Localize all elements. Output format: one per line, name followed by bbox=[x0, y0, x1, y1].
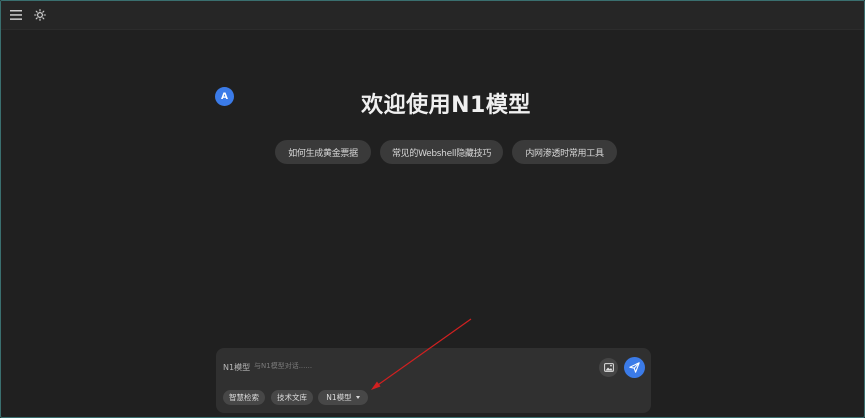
page-title: 欢迎使用N1模型 bbox=[361, 93, 531, 118]
model-select-label: N1模型 bbox=[326, 393, 352, 402]
app-window: A 欢迎使用N1模型 如何生成黄金票据 常见的Webshell隐藏技巧 内网渗透… bbox=[0, 0, 865, 418]
image-icon[interactable] bbox=[599, 358, 618, 377]
model-select-dropdown[interactable]: N1模型 bbox=[318, 390, 368, 405]
suggestion-intranet-tools[interactable]: 内网渗透时常用工具 bbox=[512, 140, 617, 164]
caret-down-icon bbox=[355, 396, 360, 399]
chip-smart-search[interactable]: 智慧检索 bbox=[223, 390, 265, 405]
avatar: A bbox=[215, 87, 234, 106]
chat-composer: N1模型 智慧检索 技术文库 N1模型 bbox=[216, 348, 651, 413]
suggestion-webshell-tips[interactable]: 常见的Webshell隐藏技巧 bbox=[380, 140, 503, 164]
chat-input[interactable] bbox=[254, 358, 584, 374]
chip-tech-library[interactable]: 技术文库 bbox=[271, 390, 313, 405]
sun-icon[interactable] bbox=[32, 7, 48, 23]
suggestion-golden-ticket[interactable]: 如何生成黄金票据 bbox=[275, 140, 371, 164]
top-bar bbox=[1, 1, 864, 30]
hamburger-menu-icon[interactable] bbox=[8, 7, 24, 23]
current-model-label: N1模型 bbox=[223, 363, 251, 372]
send-paper-plane-icon[interactable] bbox=[624, 357, 645, 378]
